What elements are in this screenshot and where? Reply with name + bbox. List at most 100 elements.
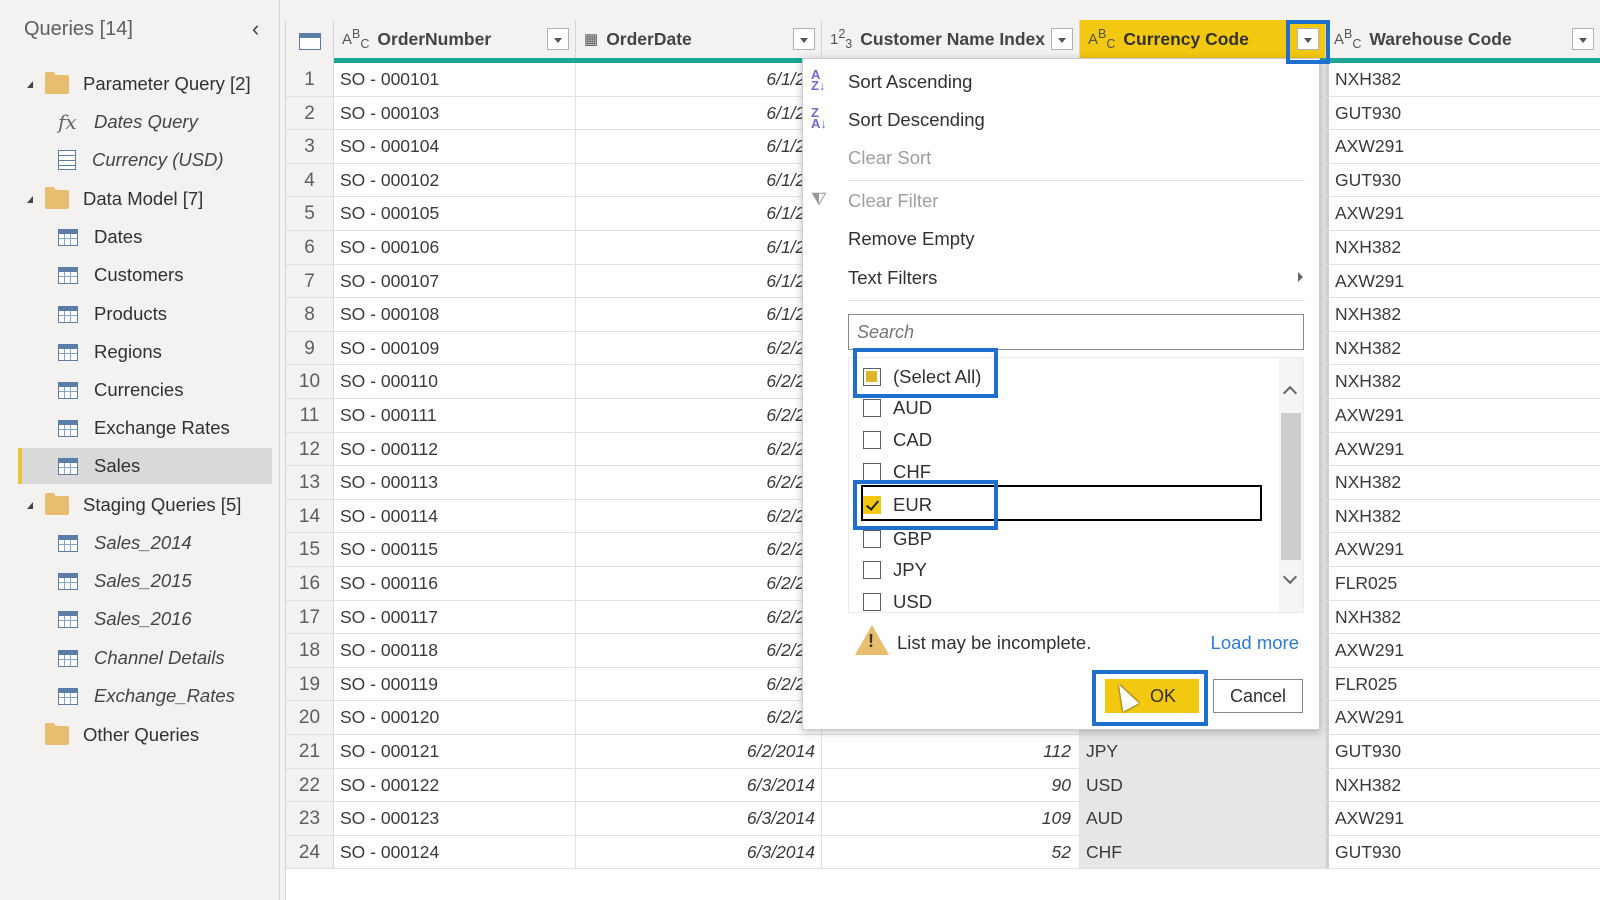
cell-orderdate[interactable]: 6/1/20	[576, 298, 822, 331]
folder-staging-queries[interactable]: Staging Queries [5]	[0, 487, 272, 523]
table-row[interactable]: 22 SO - 000122 6/3/2014 90 USD NXH382	[286, 768, 1600, 803]
cell-warehouse-code[interactable]: GUT930	[1326, 163, 1600, 197]
cell-ordernumber[interactable]: SO - 000106	[334, 231, 576, 264]
cell-ordernumber[interactable]: SO - 000117	[334, 600, 576, 634]
row-number[interactable]: 11	[286, 399, 334, 432]
column-filter-dropdown[interactable]	[547, 28, 569, 50]
folder-parameter-query[interactable]: Parameter Query [2]	[0, 66, 272, 102]
filter-option-jpy[interactable]: JPY	[863, 555, 927, 585]
query-dates-query[interactable]: fx Dates Query	[0, 104, 272, 140]
cell-warehouse-code[interactable]: AXW291	[1326, 399, 1600, 432]
checkbox[interactable]	[863, 399, 881, 417]
cell-ordernumber[interactable]: SO - 000124	[334, 835, 576, 869]
chevron-left-icon[interactable]: ‹	[252, 16, 259, 42]
cell-orderdate[interactable]: 6/2/2014	[576, 735, 822, 768]
cell-warehouse-code[interactable]: FLR025	[1326, 567, 1600, 600]
cell-warehouse-code[interactable]: NXH382	[1326, 499, 1600, 533]
query-sales-2015[interactable]: Sales_2015	[0, 563, 272, 599]
cell-ordernumber[interactable]: SO - 000119	[334, 667, 576, 701]
query-channel-details[interactable]: Channel Details	[0, 640, 272, 676]
cell-warehouse-code[interactable]: AXW291	[1326, 802, 1600, 835]
cell-warehouse-code[interactable]: AXW291	[1326, 264, 1600, 298]
row-number[interactable]: 20	[286, 701, 334, 734]
cell-orderdate[interactable]: 6/1/20	[576, 130, 822, 163]
query-sales[interactable]: Sales	[18, 448, 272, 484]
query-currencies[interactable]: Currencies	[0, 372, 272, 408]
row-number[interactable]: 22	[286, 768, 334, 802]
cell-warehouse-code[interactable]: AXW291	[1326, 130, 1600, 163]
row-number[interactable]: 1	[286, 63, 334, 96]
cell-orderdate[interactable]: 6/2/20	[576, 600, 822, 634]
cell-ordernumber[interactable]: SO - 000121	[334, 735, 576, 768]
table-row[interactable]: 23 SO - 000123 6/3/2014 109 AUD AXW291	[286, 802, 1600, 836]
cell-orderdate[interactable]: 6/2/20	[576, 701, 822, 734]
cell-ordernumber[interactable]: SO - 000103	[334, 96, 576, 130]
row-number[interactable]: 18	[286, 634, 334, 667]
cell-ordernumber[interactable]: SO - 000108	[334, 298, 576, 331]
chevron-down-icon[interactable]	[1282, 569, 1298, 585]
cell-currency-code[interactable]: AUD	[1080, 802, 1326, 835]
checkbox[interactable]	[863, 463, 881, 481]
row-number[interactable]: 5	[286, 197, 334, 230]
cell-orderdate[interactable]: 6/1/20	[576, 231, 822, 264]
cell-ordernumber[interactable]: SO - 000107	[334, 264, 576, 298]
cell-warehouse-code[interactable]: NXH382	[1326, 231, 1600, 264]
cell-orderdate[interactable]: 6/1/20	[576, 197, 822, 230]
row-number[interactable]: 9	[286, 331, 334, 365]
cell-orderdate[interactable]: 6/2/20	[576, 634, 822, 667]
filter-option-eur[interactable]: EUR	[863, 490, 932, 520]
checkbox-partial[interactable]	[863, 368, 881, 386]
row-number[interactable]: 10	[286, 365, 334, 398]
sort-descending-item[interactable]: Sort Descending	[848, 109, 985, 131]
cell-warehouse-code[interactable]: NXH382	[1326, 63, 1600, 96]
query-customers[interactable]: Customers	[0, 257, 272, 293]
cell-ordernumber[interactable]: SO - 000101	[334, 63, 576, 96]
row-number[interactable]: 8	[286, 298, 334, 331]
cell-ordernumber[interactable]: SO - 000104	[334, 130, 576, 163]
cell-warehouse-code[interactable]: NXH382	[1326, 466, 1600, 499]
cell-ordernumber[interactable]: SO - 000111	[334, 399, 576, 432]
query-products[interactable]: Products	[0, 296, 272, 332]
cell-orderdate[interactable]: 6/2/20	[576, 667, 822, 701]
cell-warehouse-code[interactable]: NXH382	[1326, 768, 1600, 802]
cell-orderdate[interactable]: 6/2/20	[576, 399, 822, 432]
cell-currency-code[interactable]: JPY	[1080, 735, 1326, 768]
row-number[interactable]: 16	[286, 567, 334, 600]
cell-ordernumber[interactable]: SO - 000105	[334, 197, 576, 230]
cell-orderdate[interactable]: 6/1/20	[576, 163, 822, 197]
query-regions[interactable]: Regions	[0, 334, 272, 370]
cell-warehouse-code[interactable]: NXH382	[1326, 331, 1600, 365]
row-number[interactable]: 7	[286, 264, 334, 298]
cell-warehouse-code[interactable]: NXH382	[1326, 365, 1600, 398]
list-scrollbar[interactable]	[1279, 358, 1303, 612]
column-filter-dropdown[interactable]	[793, 28, 815, 50]
cell-orderdate[interactable]: 6/2/20	[576, 499, 822, 533]
column-header-ordernumber[interactable]: ABC OrderNumber	[334, 20, 576, 58]
cell-ordernumber[interactable]: SO - 000118	[334, 634, 576, 667]
load-more-link[interactable]: Load more	[1211, 632, 1299, 654]
column-header-orderdate[interactable]: ▦ OrderDate	[576, 20, 822, 58]
row-number[interactable]: 24	[286, 835, 334, 869]
expand-triangle-icon[interactable]	[27, 195, 33, 203]
row-number[interactable]: 21	[286, 735, 334, 768]
filter-option-cad[interactable]: CAD	[863, 425, 932, 455]
query-dates[interactable]: Dates	[0, 219, 272, 255]
cell-warehouse-code[interactable]: AXW291	[1326, 197, 1600, 230]
filter-option-usd[interactable]: USD	[863, 587, 932, 617]
table-row[interactable]: 24 SO - 000124 6/3/2014 52 CHF GUT930	[286, 835, 1600, 870]
cell-warehouse-code[interactable]: AXW291	[1326, 432, 1600, 466]
filter-search-input[interactable]	[848, 314, 1304, 350]
checkbox-checked[interactable]	[863, 496, 881, 514]
row-number[interactable]: 23	[286, 802, 334, 835]
folder-other-queries[interactable]: Other Queries	[0, 717, 272, 753]
cell-orderdate[interactable]: 6/2/20	[576, 432, 822, 466]
row-number[interactable]: 14	[286, 499, 334, 533]
query-sales-2016[interactable]: Sales_2016	[0, 601, 272, 637]
cell-customer-name-index[interactable]: 112	[822, 735, 1080, 768]
remove-empty-item[interactable]: Remove Empty	[848, 228, 974, 250]
filter-option-gbp[interactable]: GBP	[863, 524, 932, 554]
table-row[interactable]: 21 SO - 000121 6/2/2014 112 JPY GUT930	[286, 735, 1600, 769]
row-number[interactable]: 12	[286, 432, 334, 466]
cell-orderdate[interactable]: 6/1/20	[576, 96, 822, 130]
cell-customer-name-index[interactable]: 52	[822, 835, 1080, 869]
